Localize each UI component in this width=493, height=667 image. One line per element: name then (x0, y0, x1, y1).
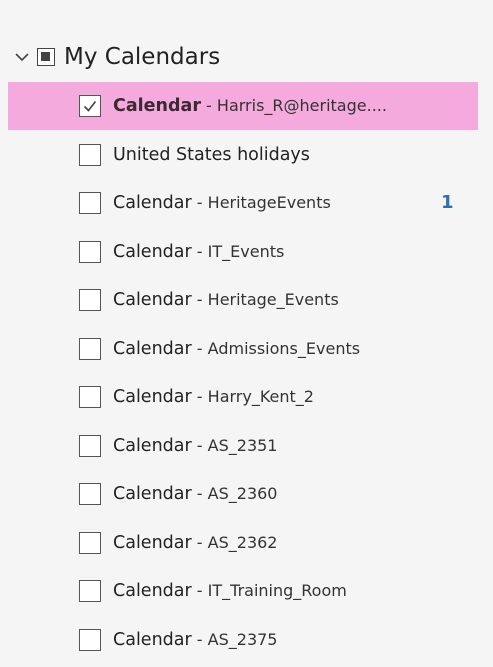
calendar-name: Calendar (113, 629, 192, 650)
calendar-label: Calendar - AS_2362 (113, 531, 277, 555)
checkbox[interactable] (79, 386, 101, 408)
checkbox[interactable] (79, 337, 101, 360)
calendar-label: Calendar - AS_2351 (113, 434, 277, 458)
calendar-name: Calendar (113, 290, 192, 310)
calendar-name: Calendar (113, 387, 192, 407)
calendar-name: Calendar (113, 193, 192, 213)
unread-count-badge: 1 (441, 192, 454, 213)
checkbox[interactable] (79, 192, 101, 214)
calendar-account-name: IT_Events (207, 241, 285, 261)
calendar-label: Calendar - AS_2360 (113, 482, 277, 506)
calendar-list-item[interactable]: Calendar - Admissions_Events (0, 325, 493, 373)
calendar-account-name: AS_2360 (207, 484, 278, 503)
calendar-label: Calendar - Heritage_Events (113, 288, 339, 312)
checkbox[interactable] (79, 289, 101, 311)
calendar-account-name: Harry_Kent_2 (207, 387, 314, 406)
calendar-name: Calendar (113, 241, 192, 262)
checkbox[interactable] (79, 531, 101, 554)
calendar-name-separator: - (200, 96, 217, 115)
calendar-list-item[interactable]: United States holidays (0, 131, 493, 179)
calendar-name-separator: - (191, 241, 208, 261)
calendar-name-separator: - (191, 484, 208, 503)
calendar-folder-pane: My Calendars Calendar - Harris_R@heritag… (0, 0, 493, 667)
calendar-account-name: AS_2362 (207, 532, 278, 552)
checkbox[interactable] (79, 483, 101, 505)
calendar-list-item[interactable]: Calendar - Heritage_Events (0, 276, 493, 324)
calendar-label: Calendar - IT_Events (113, 240, 284, 264)
calendar-name-separator: - (191, 290, 208, 309)
calendar-name-separator: - (191, 435, 208, 455)
calendar-account-name: AS_2351 (207, 435, 278, 455)
calendar-label: Calendar - Harry_Kent_2 (113, 385, 314, 409)
checked-checkbox[interactable] (79, 95, 101, 117)
calendar-name-separator: - (191, 193, 208, 212)
calendar-label: Calendar - Harris_R@heritage.... (113, 94, 387, 118)
calendar-name-separator: - (191, 387, 208, 406)
calendar-name-separator: - (191, 338, 208, 358)
calendar-name-separator: - (191, 581, 208, 600)
my-calendars-group-header[interactable]: My Calendars (0, 36, 493, 80)
checkmark-icon (83, 101, 97, 112)
calendar-list-item[interactable]: Calendar - AS_2360 (0, 470, 493, 518)
calendar-list-item[interactable]: Calendar - AS_2375 (0, 616, 493, 664)
checkbox[interactable] (79, 434, 101, 457)
group-title: My Calendars (64, 44, 221, 70)
calendar-name: Calendar (113, 484, 192, 504)
calendar-account-name: IT_Training_Room (207, 581, 347, 600)
calendar-account-name: Admissions_Events (207, 338, 361, 358)
calendar-label: United States holidays (113, 143, 310, 167)
calendar-name-separator: - (191, 629, 208, 649)
calendar-list-item[interactable]: Calendar - HeritageEvents 1 (0, 179, 493, 227)
checkbox[interactable] (79, 628, 101, 651)
calendar-label: Calendar - AS_2375 (113, 628, 277, 652)
calendar-list-item[interactable]: Calendar - IT_Training_Room (0, 567, 493, 615)
calendar-label: Calendar - Admissions_Events (113, 337, 360, 361)
checkbox[interactable] (79, 143, 101, 166)
calendar-name: Calendar (113, 338, 192, 359)
checkbox[interactable] (79, 240, 101, 263)
partial-checkbox-icon[interactable] (37, 48, 55, 66)
calendar-name: Calendar (113, 96, 201, 116)
calendar-account-name: HeritageEvents (207, 193, 331, 212)
calendar-account-name: Harris_R@heritage.... (216, 96, 387, 115)
calendar-list-item[interactable]: Calendar - AS_2362 (0, 519, 493, 567)
calendar-account-name: AS_2375 (207, 629, 278, 649)
calendar-label: Calendar - IT_Training_Room (113, 579, 347, 603)
calendar-name: Calendar (113, 435, 192, 456)
calendar-list-item[interactable]: Calendar - Harris_R@heritage.... (0, 82, 493, 130)
calendar-name: Calendar (113, 581, 192, 601)
calendar-name: Calendar (113, 532, 192, 553)
chevron-down-icon[interactable] (14, 49, 30, 65)
partial-checkbox-fill (41, 52, 50, 61)
checkbox[interactable] (79, 580, 101, 602)
calendar-name: United States holidays (113, 144, 310, 165)
calendar-list-item[interactable]: Calendar - IT_Events (0, 228, 493, 276)
calendar-name-separator: - (191, 532, 208, 552)
calendar-account-name: Heritage_Events (207, 290, 339, 309)
calendar-label: Calendar - HeritageEvents (113, 191, 331, 215)
calendar-list: Calendar - Harris_R@heritage.... United S… (0, 82, 493, 664)
calendar-list-item[interactable]: Calendar - AS_2351 (0, 422, 493, 470)
calendar-list-item[interactable]: Calendar - Harry_Kent_2 (0, 373, 493, 421)
